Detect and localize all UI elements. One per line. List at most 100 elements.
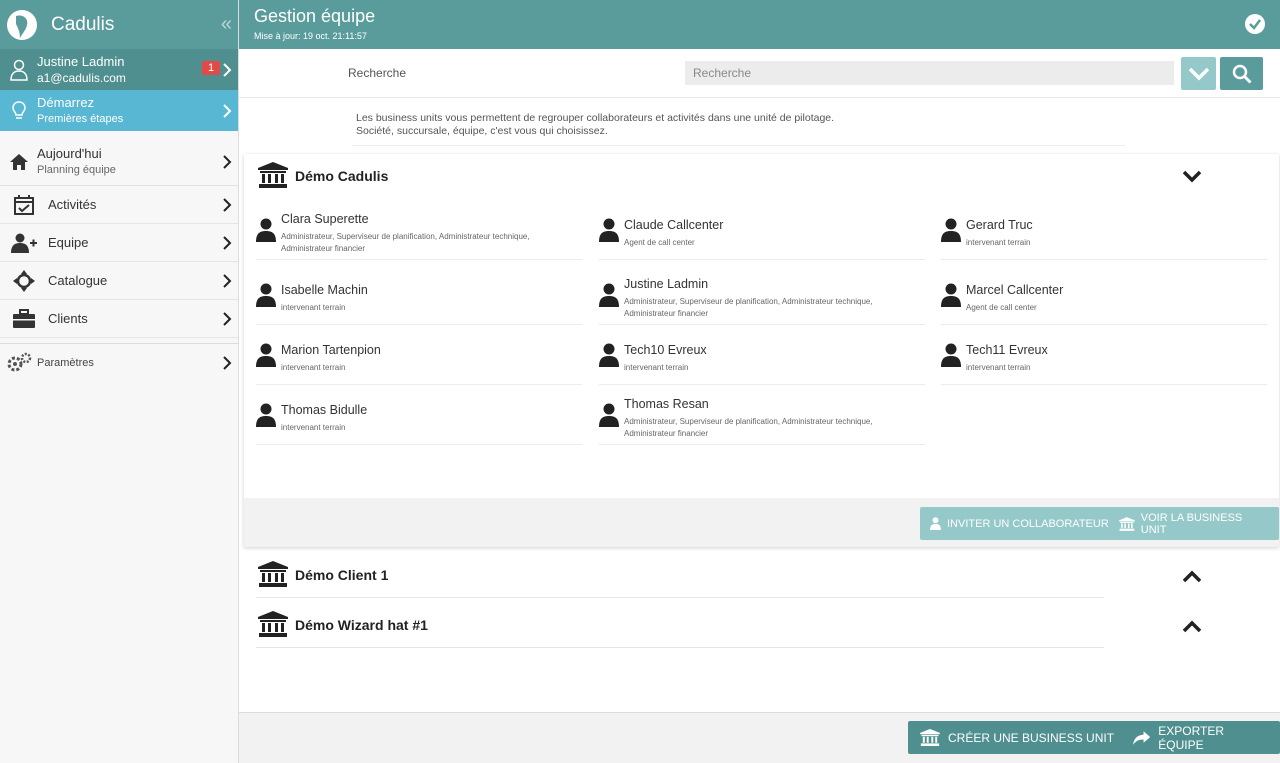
share-arrow-icon [1133, 730, 1151, 745]
sidebar-item-label: Catalogue [48, 273, 108, 288]
sidebar-item-parametres[interactable]: Paramètres [0, 344, 238, 382]
chevron-down-icon[interactable] [1182, 170, 1202, 184]
search-icon [1232, 64, 1252, 84]
member-role: Agent de call center [624, 238, 695, 247]
sidebar-item-today[interactable]: Aujourd'hui Planning équipe [0, 138, 238, 186]
user-icon [941, 283, 961, 307]
member-role: Administrateur, Superviseur de planifica… [281, 232, 530, 253]
business-unit-title: Démo Client 1 [295, 567, 389, 583]
member-item[interactable]: Thomas Resan Administrateur, Superviseur… [599, 389, 925, 445]
chevron-right-icon [223, 103, 232, 118]
export-team-button[interactable]: EXPORTER ÉQUIPE [1121, 721, 1280, 754]
member-role: Administrateur, Superviseur de planifica… [624, 417, 873, 438]
page-title: Gestion équipe [254, 6, 376, 26]
member-item[interactable]: Clara Superette Administrateur, Supervis… [256, 204, 582, 260]
business-unit-row[interactable]: Démo Client 1 [244, 548, 1279, 598]
member-item[interactable]: Gerard Truc intervenant terrain [941, 204, 1267, 260]
app-name: Cadulis [51, 13, 115, 35]
info-divider [352, 145, 1125, 146]
chevron-right-icon [223, 62, 232, 77]
user-icon [256, 283, 276, 307]
member-name: Gerard Truc [966, 218, 1033, 232]
member-role: intervenant terrain [281, 363, 346, 372]
member-name: Clara Superette [281, 212, 369, 226]
today-subtitle: Planning équipe [37, 163, 116, 176]
business-unit-title: Démo Cadulis [295, 168, 389, 184]
today-title: Aujourd'hui [37, 145, 102, 161]
filter-dropdown-button[interactable] [1181, 57, 1216, 90]
chevron-right-icon [223, 154, 232, 169]
create-label: CRÉER UNE BUSINESS UNIT [948, 730, 1115, 745]
user-icon [941, 343, 961, 367]
collapse-sidebar-icon[interactable]: « [221, 13, 232, 36]
lightbulb-icon [0, 100, 37, 122]
member-role: intervenant terrain [966, 363, 1031, 372]
info-line-2: Société, succursale, équipe, c'est vous … [356, 125, 608, 137]
app-window: Cadulis « Justine Ladmin a1@cadulis.com … [0, 0, 1280, 763]
member-name: Claude Callcenter [624, 218, 724, 232]
institution-icon [258, 611, 288, 637]
member-name: Tech11 Evreux [966, 343, 1048, 357]
chevron-right-icon [223, 356, 232, 370]
search-button[interactable] [1220, 57, 1263, 90]
member-item[interactable]: Thomas Bidulle intervenant terrain [256, 389, 582, 445]
institution-icon [920, 729, 940, 746]
institution-icon [258, 162, 288, 188]
member-item[interactable]: Marion Tartenpion intervenant terrain [256, 329, 582, 385]
sidebar-item-catalogue[interactable]: Catalogue [0, 262, 238, 300]
sidebar: Cadulis « Justine Ladmin a1@cadulis.com … [0, 0, 239, 763]
params-label: Paramètres [37, 357, 94, 369]
search-input[interactable] [685, 61, 1174, 85]
member-role: intervenant terrain [281, 303, 346, 312]
chevron-right-icon [223, 311, 232, 326]
chevron-up-icon[interactable] [1182, 569, 1202, 583]
briefcase-icon [0, 308, 48, 329]
crosshair-icon [0, 269, 48, 292]
invite-collaborator-button[interactable]: INVITER UN COLLABORATEUR [920, 507, 1119, 540]
invite-label: INVITER UN COLLABORATEUR [947, 517, 1109, 530]
home-icon [0, 153, 37, 171]
info-line-1: Les business units vous permettent de re… [356, 112, 835, 124]
user-icon [930, 517, 941, 530]
business-unit-header[interactable]: Démo Cadulis [244, 154, 1279, 199]
start-title: Démarrez [37, 94, 95, 110]
user-name: Justine Ladmin [37, 53, 125, 69]
member-item[interactable]: Justine Ladmin Administrateur, Supervise… [599, 269, 925, 325]
create-business-unit-button[interactable]: CRÉER UNE BUSINESS UNIT [908, 721, 1127, 754]
chevron-right-icon [223, 197, 232, 212]
sidebar-item-start[interactable]: Démarrez Premières étapes [0, 90, 238, 131]
member-item[interactable]: Isabelle Machin intervenant terrain [256, 269, 582, 325]
row-divider [256, 647, 1104, 648]
member-item[interactable]: Tech11 Evreux intervenant terrain [941, 329, 1267, 385]
sidebar-item-label: Equipe [48, 235, 89, 250]
view-business-unit-button[interactable]: VOIR LA BUSINESS UNIT [1109, 507, 1279, 540]
user-icon [599, 403, 619, 427]
member-name: Thomas Bidulle [281, 403, 368, 417]
sidebar-item-equipe[interactable]: Equipe [0, 224, 238, 262]
member-role: Administrateur, Superviseur de planifica… [624, 297, 873, 318]
user-icon [256, 403, 276, 427]
user-email: a1@cadulis.com [37, 70, 126, 85]
check-circle-icon[interactable] [1245, 14, 1265, 34]
user-outline-icon [0, 59, 37, 81]
member-name: Tech10 Evreux [624, 343, 707, 357]
member-role: intervenant terrain [624, 363, 689, 372]
sidebar-item-clients[interactable]: Clients [0, 300, 238, 338]
member-name: Marion Tartenpion [281, 343, 381, 357]
institution-icon [258, 561, 288, 587]
sidebar-item-activites[interactable]: Activités [0, 186, 238, 224]
cadulis-logo-icon [7, 9, 37, 40]
member-role: intervenant terrain [281, 423, 346, 432]
user-icon [599, 283, 619, 307]
chevron-up-icon[interactable] [1182, 619, 1202, 633]
member-item[interactable]: Tech10 Evreux intervenant terrain [599, 329, 925, 385]
member-item[interactable]: Marcel Callcenter Agent de call center [941, 269, 1267, 325]
notification-badge[interactable]: 1 [202, 61, 221, 75]
search-bar: Recherche [239, 49, 1280, 98]
business-unit-row[interactable]: Démo Wizard hat #1 [244, 598, 1279, 648]
member-item[interactable]: Claude Callcenter Agent de call center [599, 204, 925, 260]
gears-icon [0, 352, 37, 374]
export-label: EXPORTER ÉQUIPE [1158, 723, 1225, 752]
sidebar-user[interactable]: Justine Ladmin a1@cadulis.com 1 [0, 49, 238, 90]
member-role: intervenant terrain [966, 238, 1031, 247]
